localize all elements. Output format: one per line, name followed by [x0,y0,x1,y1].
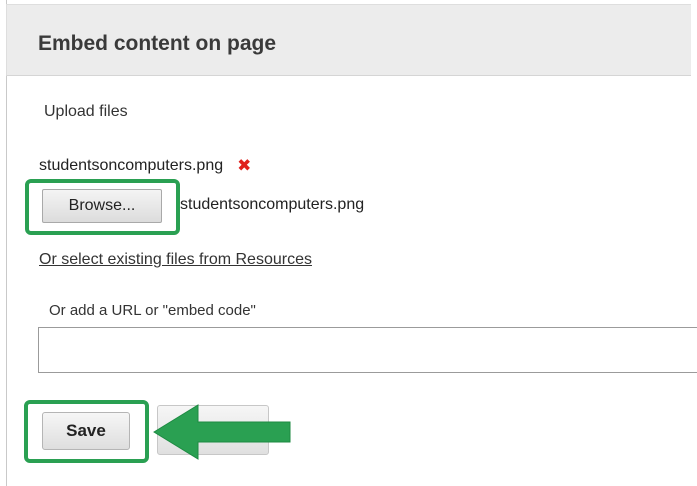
browse-button[interactable]: Browse... [42,189,162,223]
select-from-resources-link[interactable]: Or select existing files from Resources [39,251,312,269]
uploaded-file-name: studentsoncomputers.png [39,157,224,174]
save-button[interactable]: Save [42,412,130,450]
remove-file-icon[interactable]: ✖ [237,156,251,176]
uploaded-file-row: studentsoncomputers.png ✖ [39,156,251,176]
chosen-file-name: studentsoncomputers.png [180,196,365,213]
panel-header: Embed content on page [6,4,691,76]
left-arrow-icon [153,404,291,460]
upload-files-label: Upload files [44,103,128,120]
url-embed-input[interactable] [38,327,697,373]
url-embed-label: Or add a URL or "embed code" [49,302,256,319]
page-title: Embed content on page [38,32,277,55]
